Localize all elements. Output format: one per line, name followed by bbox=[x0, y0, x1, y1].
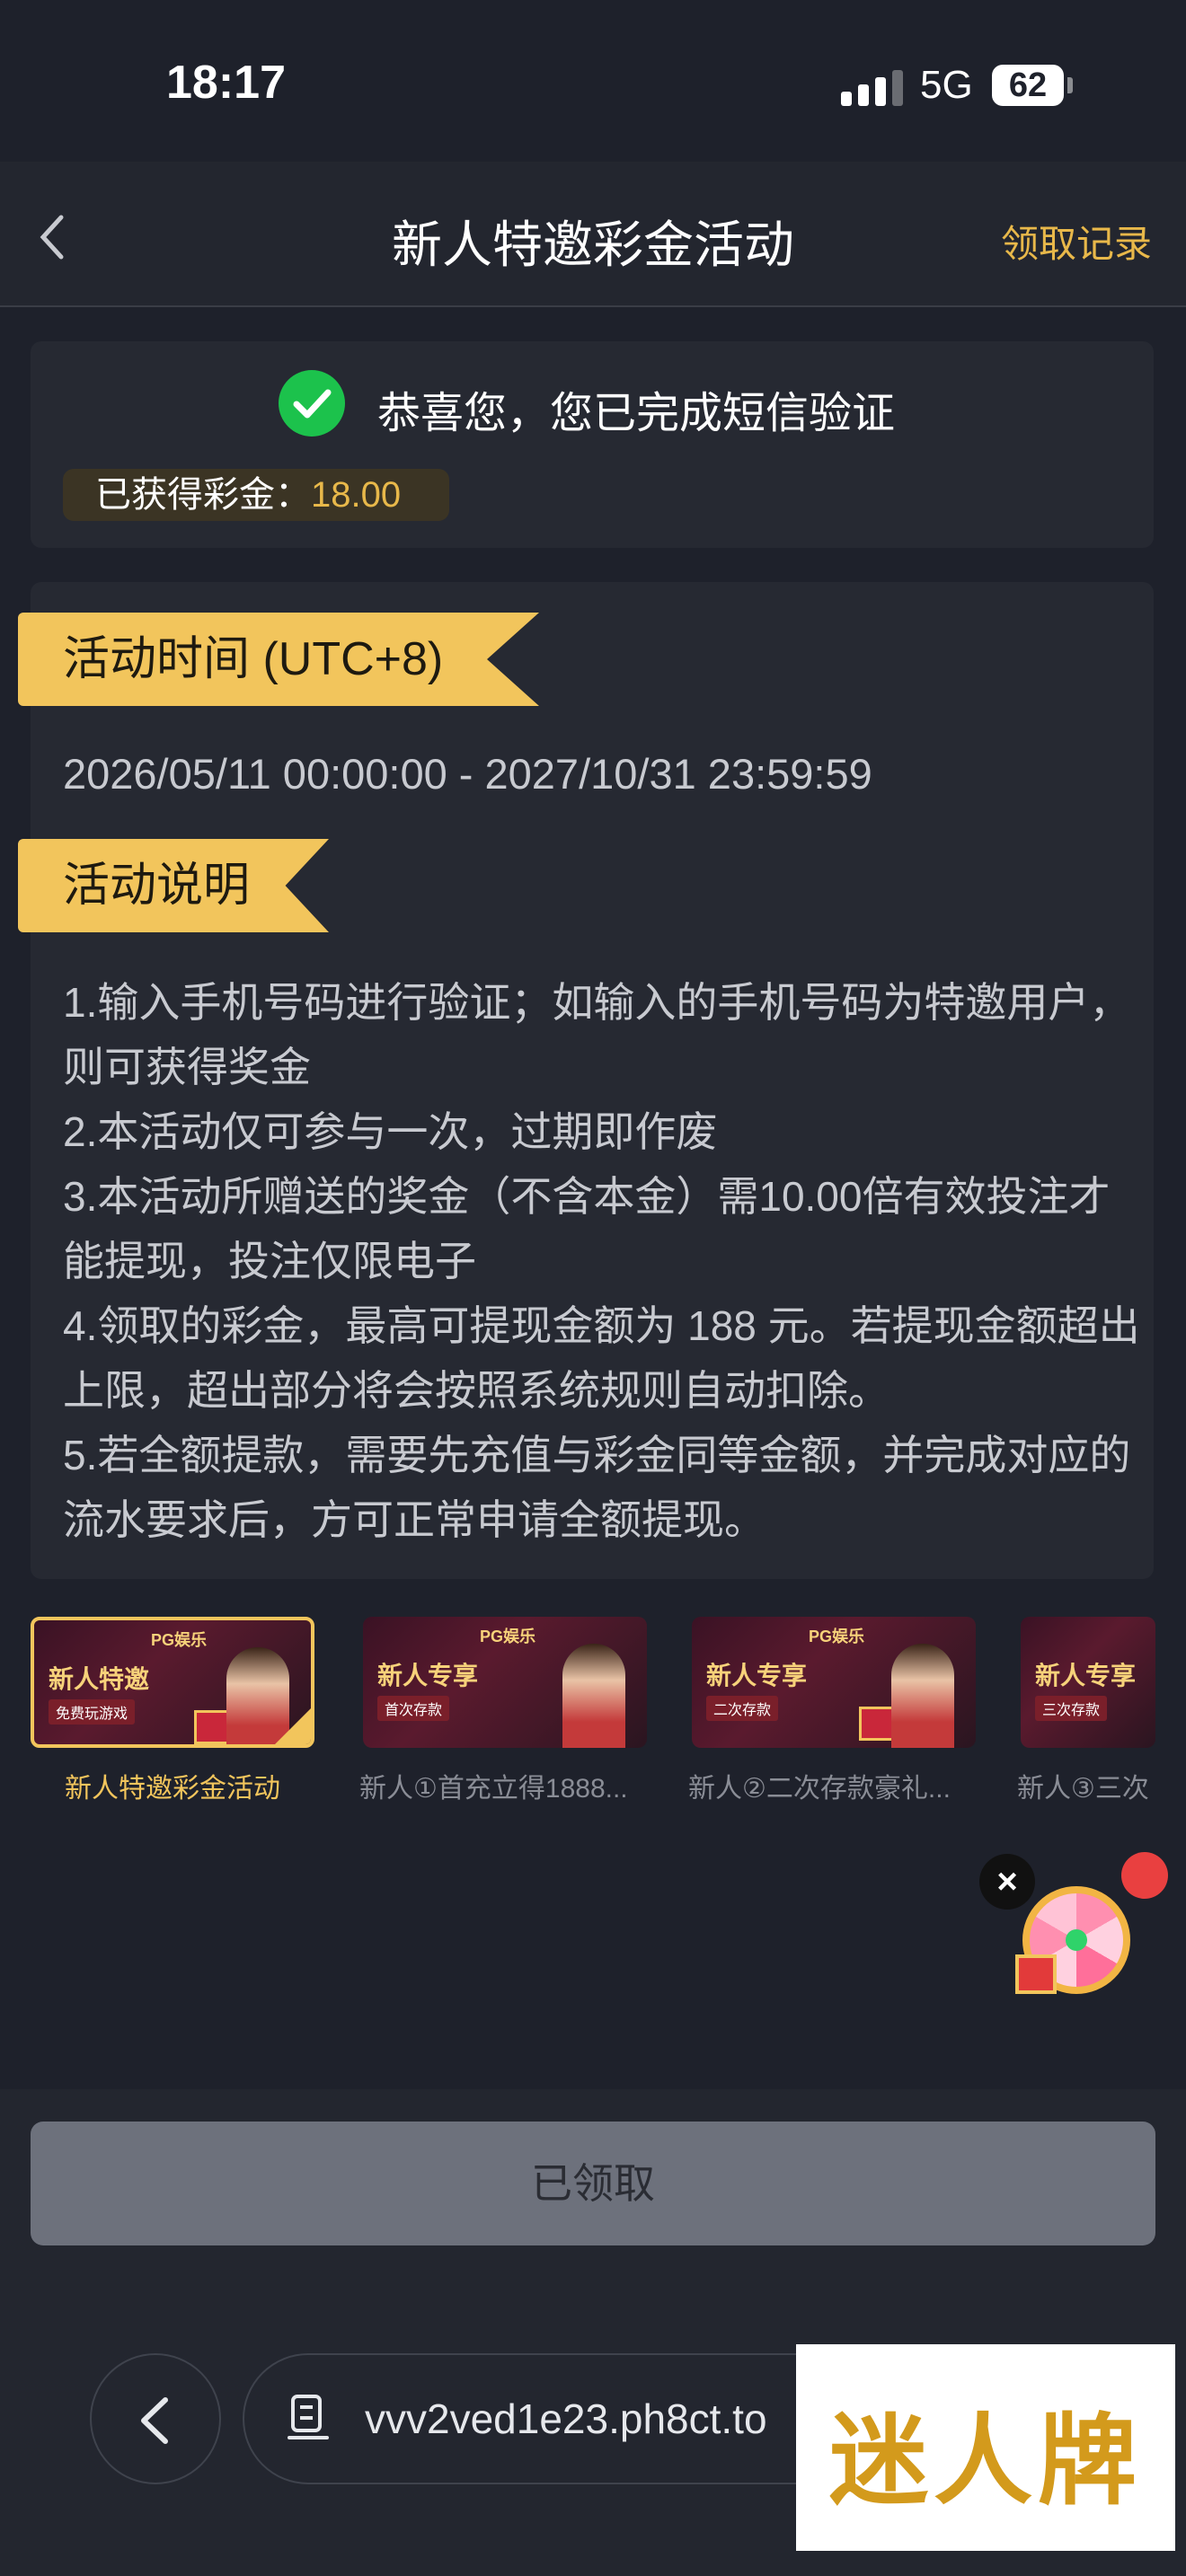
activity-time-range: 2026/05/11 00:00:00 - 2027/10/31 23:59:5… bbox=[63, 750, 872, 798]
activity-rules: 1.输入手机号码进行验证；如输入的手机号码为特邀用户，则可获得奖金 2.本活动仅… bbox=[63, 970, 1141, 1552]
promo-label[interactable]: 新人③三次 bbox=[1017, 1766, 1155, 1805]
banner-subtitle: 三次存款 bbox=[1035, 1696, 1108, 1721]
battery-icon: 62 bbox=[992, 65, 1064, 106]
watermark-logo: 迷人牌 bbox=[829, 2403, 1142, 2519]
signal-icon bbox=[841, 70, 903, 106]
wheel-center bbox=[1066, 1929, 1087, 1951]
activity-time-ribbon: 活动时间 (UTC+8) bbox=[18, 613, 539, 706]
rule-item: 5.若全额提款，需要先充值与彩金同等金额，并完成对应的流水要求后，方可正常申请全… bbox=[63, 1432, 1131, 1543]
promo-thumbnail[interactable]: 新人专享 三次存款 bbox=[1021, 1617, 1155, 1748]
bonus-badge: 已获得彩金：18.00 bbox=[63, 469, 449, 521]
notification-dot bbox=[1121, 1852, 1168, 1899]
bonus-value: 18.00 bbox=[311, 475, 402, 515]
model-image bbox=[562, 1644, 625, 1748]
rule-item: 4.领取的彩金，最高可提现金额为 188 元。若提现金额超出上限，超出部分将会按… bbox=[63, 1302, 1140, 1414]
rule-item: 1.输入手机号码进行验证；如输入的手机号码为特邀用户，则可获得奖金 bbox=[63, 979, 1131, 1090]
banner-title: 新人特邀 bbox=[49, 1665, 150, 1693]
model-image bbox=[891, 1644, 954, 1748]
banner-logo: PG娱乐 bbox=[480, 1628, 536, 1645]
claim-records-link[interactable]: 领取记录 bbox=[1001, 214, 1152, 269]
chevron-left-icon bbox=[141, 2397, 168, 2444]
activity-desc-ribbon: 活动说明 bbox=[18, 839, 329, 932]
banner-logo: PG娱乐 bbox=[151, 1631, 208, 1649]
network-type: 5G bbox=[920, 63, 973, 107]
claimed-button[interactable]: 已领取 bbox=[31, 2122, 1155, 2245]
rule-item: 2.本活动仅可参与一次，过期即作废 bbox=[63, 1108, 718, 1155]
check-circle-icon bbox=[279, 370, 345, 437]
banner-title: 新人专享 bbox=[1035, 1662, 1137, 1689]
banner-subtitle: 首次存款 bbox=[377, 1696, 450, 1721]
banner-subtitle: 免费玩游戏 bbox=[49, 1699, 136, 1725]
promo-label[interactable]: 新人②二次存款豪礼... bbox=[688, 1766, 979, 1805]
browser-back-button[interactable] bbox=[90, 2353, 221, 2484]
banner-title: 新人专享 bbox=[377, 1662, 479, 1689]
page-menu-icon[interactable] bbox=[288, 2393, 329, 2448]
banner-title: 新人专享 bbox=[706, 1662, 808, 1689]
promo-label[interactable]: 新人特邀彩金活动 bbox=[31, 1766, 314, 1805]
gift-icon bbox=[1015, 1954, 1057, 1994]
url-text[interactable]: vvv2ved1e23.ph8ct.to bbox=[365, 2395, 767, 2443]
verification-message: 恭喜您，您已完成短信验证 bbox=[377, 390, 896, 437]
model-image bbox=[226, 1647, 289, 1744]
banner-subtitle: 二次存款 bbox=[706, 1696, 779, 1721]
promo-thumbnail[interactable]: PG娱乐 新人专享 首次存款 bbox=[363, 1617, 647, 1748]
status-time: 18:17 bbox=[166, 57, 286, 109]
battery-tip bbox=[1067, 77, 1073, 93]
rule-item: 3.本活动所赠送的奖金（不含本金）需10.00倍有效投注才能提现，投注仅限电子 bbox=[63, 1173, 1111, 1284]
promo-label[interactable]: 新人①首充立得1888... bbox=[359, 1766, 651, 1805]
bonus-label: 已获得彩金： bbox=[95, 475, 311, 515]
gift-icon bbox=[859, 1707, 895, 1741]
close-icon[interactable]: × bbox=[979, 1854, 1035, 1910]
banner-logo: PG娱乐 bbox=[809, 1628, 865, 1645]
promo-thumbnail[interactable]: PG娱乐 新人专享 二次存款 bbox=[692, 1617, 976, 1748]
promo-thumbnail[interactable]: PG娱乐 新人特邀 免费玩游戏 bbox=[31, 1617, 314, 1748]
gift-icon bbox=[194, 1710, 230, 1744]
